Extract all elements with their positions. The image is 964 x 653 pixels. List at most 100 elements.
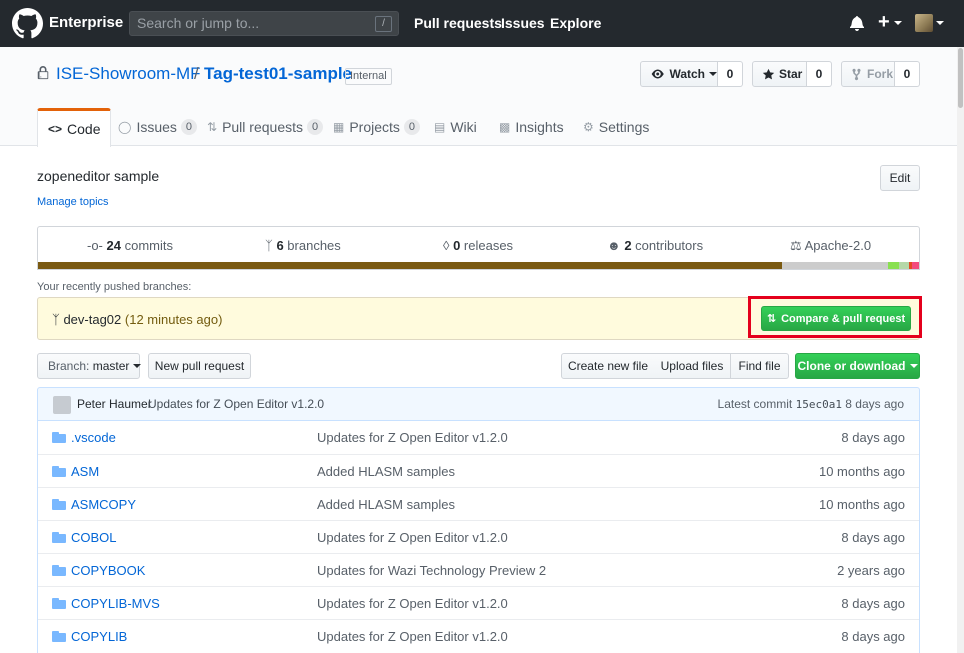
- file-name-link[interactable]: COPYBOOK: [71, 563, 145, 578]
- table-row: ASM Added HLASM samples 10 months ago: [38, 454, 919, 487]
- manage-topics-link[interactable]: Manage topics: [37, 196, 109, 208]
- gear-icon: ⚙: [583, 120, 594, 134]
- watch-count[interactable]: 0: [718, 61, 743, 87]
- book-icon: ▤: [434, 120, 446, 134]
- commit-author[interactable]: Peter Haumer: [77, 397, 152, 411]
- new-pull-request-button[interactable]: New pull request: [148, 353, 251, 379]
- graph-icon: ▩: [499, 120, 511, 134]
- tab-wiki[interactable]: ▤ Wiki: [434, 108, 477, 146]
- file-commit-message[interactable]: Updates for Z Open Editor v1.2.0: [317, 596, 508, 611]
- star-count[interactable]: 0: [807, 61, 832, 87]
- table-row: COBOL Updates for Z Open Editor v1.2.0 8…: [38, 520, 919, 553]
- license-link[interactable]: ⚖ Apache-2.0: [790, 238, 871, 254]
- commits-link[interactable]: -o- 24 commits: [87, 238, 173, 253]
- tab-count: 0: [307, 119, 324, 135]
- tab-pull-requests[interactable]: ⇅ Pull requests 0: [207, 108, 324, 146]
- tag-icon: ◊: [443, 238, 450, 253]
- recent-branch-name[interactable]: dev-tag02: [63, 312, 121, 327]
- nav-explore[interactable]: Explore: [550, 15, 601, 31]
- people-icon: ☻: [607, 238, 621, 253]
- global-header: Enterprise Search or jump to... / Pull r…: [0, 0, 964, 47]
- contributors-label: contributors: [635, 238, 704, 253]
- file-commit-message[interactable]: Updates for Z Open Editor v1.2.0: [317, 629, 508, 644]
- file-name-link[interactable]: COPYLIB: [71, 629, 127, 644]
- commit-sha[interactable]: 15ec0a1: [796, 398, 842, 411]
- fork-label: Fork: [867, 67, 894, 81]
- file-age: 8 days ago: [841, 629, 905, 644]
- recent-branches-label: Your recently pushed branches:: [37, 281, 192, 293]
- repo-owner-link[interactable]: ISE-Showroom-MF: [56, 64, 201, 84]
- file-age: 8 days ago: [841, 530, 905, 545]
- folder-icon: [52, 432, 66, 443]
- branch-select-button[interactable]: Branch: master: [37, 353, 142, 379]
- avatar[interactable]: [53, 396, 71, 414]
- search-input[interactable]: Search or jump to... /: [129, 11, 399, 36]
- path-separator: /: [194, 64, 199, 83]
- file-age: 8 days ago: [841, 430, 905, 445]
- tab-label: Issues: [136, 119, 177, 135]
- edit-description-button[interactable]: Edit: [880, 165, 920, 191]
- tab-projects[interactable]: ▦ Projects 0: [333, 108, 421, 146]
- upload-files-button[interactable]: Upload files: [654, 353, 731, 379]
- releases-link[interactable]: ◊ 0 releases: [443, 238, 513, 253]
- table-row: COPYLIB-MVS Updates for Z Open Editor v1…: [38, 586, 919, 619]
- file-name-link[interactable]: COBOL: [71, 530, 117, 545]
- lock-icon: [37, 66, 49, 80]
- commit-message[interactable]: Updates for Z Open Editor v1.2.0: [148, 397, 324, 411]
- tab-label: Pull requests: [222, 119, 303, 135]
- tab-issues[interactable]: ◯ Issues 0: [118, 108, 198, 146]
- create-new-file-button[interactable]: Create new file: [561, 353, 655, 379]
- file-name-link[interactable]: ASM: [71, 464, 99, 479]
- find-file-button[interactable]: Find file: [730, 353, 789, 379]
- language-segment: [888, 262, 899, 269]
- page-scrollbar[interactable]: [957, 47, 964, 653]
- nav-pull-requests[interactable]: Pull requests: [414, 15, 502, 31]
- star-button[interactable]: Star: [752, 61, 807, 87]
- language-segment: [782, 262, 889, 269]
- branches-link[interactable]: ᛉ 6 branches: [265, 238, 341, 253]
- latest-commit-bar: Peter Haumer Updates for Z Open Editor v…: [37, 387, 920, 421]
- tab-insights[interactable]: ▩ Insights: [499, 108, 564, 146]
- clone-label: Clone or download: [797, 359, 906, 373]
- file-commit-message[interactable]: Updates for Z Open Editor v1.2.0: [317, 530, 508, 545]
- compare-pull-request-button[interactable]: ⇅ Compare & pull request: [761, 306, 911, 331]
- folder-icon: [52, 598, 66, 609]
- commits-label: commits: [124, 238, 173, 253]
- chevron-down-icon: [709, 72, 717, 76]
- repo-header: ISE-Showroom-MF / Tag-test01-sample Inte…: [0, 47, 964, 147]
- file-commit-message[interactable]: Added HLASM samples: [317, 464, 455, 479]
- compare-label: Compare & pull request: [781, 312, 906, 325]
- commit-icon: -o-: [87, 238, 103, 253]
- nav-issues[interactable]: Issues: [501, 15, 545, 31]
- recent-branch-info: ᛉ dev-tag02 (12 minutes ago): [52, 312, 222, 327]
- language-segment: [911, 262, 919, 269]
- folder-icon: [52, 631, 66, 642]
- github-logo-icon[interactable]: [12, 8, 43, 39]
- avatar[interactable]: [915, 14, 933, 32]
- file-name-link[interactable]: ASMCOPY: [71, 497, 136, 512]
- file-commit-message[interactable]: Added HLASM samples: [317, 497, 455, 512]
- clone-download-button[interactable]: Clone or download: [795, 353, 920, 379]
- file-name-link[interactable]: .vscode: [71, 430, 116, 445]
- language-bar[interactable]: [38, 262, 919, 269]
- tab-settings[interactable]: ⚙ Settings: [583, 108, 649, 146]
- table-row: COPYLIB Updates for Z Open Editor v1.2.0…: [38, 619, 919, 652]
- search-shortcut-key: /: [375, 16, 392, 32]
- scrollbar-thumb[interactable]: [958, 48, 963, 108]
- repo-name-link[interactable]: Tag-test01-sample: [204, 64, 352, 84]
- watch-button[interactable]: Watch: [640, 61, 718, 87]
- file-name-link[interactable]: COPYLIB-MVS: [71, 596, 160, 611]
- file-commit-message[interactable]: Updates for Z Open Editor v1.2.0: [317, 430, 508, 445]
- tab-code[interactable]: <> Code: [37, 108, 112, 147]
- file-age: 10 months ago: [818, 497, 905, 512]
- star-icon: [762, 68, 775, 79]
- code-icon: <>: [48, 122, 63, 136]
- create-new-icon[interactable]: +: [878, 11, 890, 34]
- contributors-link[interactable]: ☻ 2 contributors: [607, 238, 703, 253]
- fork-button[interactable]: Fork: [841, 61, 895, 87]
- releases-count: 0: [453, 238, 461, 253]
- file-commit-message[interactable]: Updates for Wazi Technology Preview 2: [317, 563, 546, 578]
- fork-count[interactable]: 0: [895, 61, 920, 87]
- brand-label[interactable]: Enterprise: [49, 14, 123, 31]
- bell-icon[interactable]: [850, 15, 864, 31]
